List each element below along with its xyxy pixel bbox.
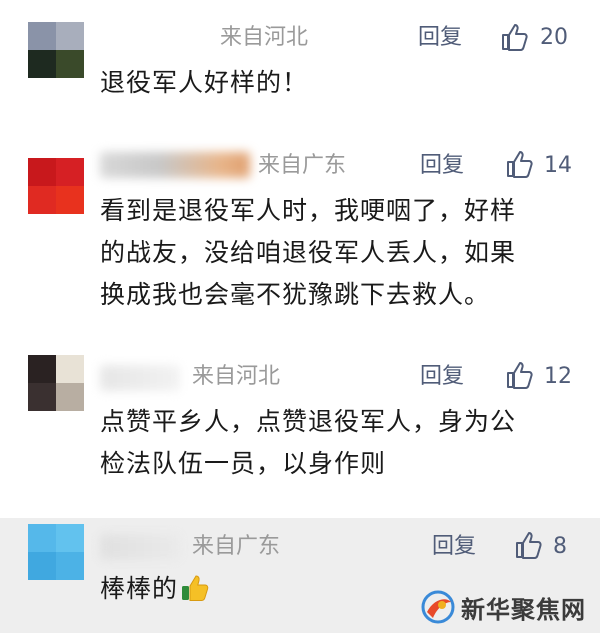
username-redacted	[100, 534, 180, 560]
reply-button[interactable]: 回复	[418, 24, 462, 52]
comment-item: 来自河北 回复 12 点赞平乡人，点赞退役军人，身为公 检法队伍一员，以身作则	[0, 335, 600, 520]
thumbs-up-emoji-icon	[182, 575, 209, 601]
reply-button[interactable]: 回复	[420, 152, 464, 180]
watermark: 新华聚焦网	[421, 589, 586, 625]
comment-text: 退役军人好样的！	[100, 68, 309, 97]
like-count: 12	[544, 364, 572, 389]
avatar[interactable]	[28, 158, 84, 214]
thumbs-up-icon[interactable]	[505, 360, 535, 390]
avatar[interactable]	[28, 355, 84, 411]
comment-item: 来自广东 回复 14 看到是退役军人时，我哽咽了，好样 的战友，没给咱退役军人丢…	[0, 130, 600, 335]
thumbs-up-icon[interactable]	[505, 149, 535, 179]
comment-location: 来自广东	[258, 153, 347, 178]
like-count: 20	[540, 25, 568, 50]
reply-button[interactable]: 回复	[420, 363, 464, 391]
reply-button[interactable]: 回复	[432, 533, 476, 561]
comment-text: 点赞平乡人，点赞退役军人，身为公 检法队伍一员，以身作则	[100, 407, 517, 478]
username-redacted	[100, 152, 250, 178]
like-count: 14	[544, 153, 572, 178]
watermark-logo-icon	[421, 590, 455, 624]
comment-location: 来自广东	[192, 534, 281, 559]
avatar[interactable]	[28, 22, 84, 78]
watermark-text: 新华聚焦网	[461, 595, 586, 624]
like-count: 8	[553, 534, 567, 559]
thumbs-up-icon[interactable]	[514, 530, 544, 560]
comment-text: 看到是退役军人时，我哽咽了，好样 的战友，没给咱退役军人丢人，如果 换成我也会毫…	[100, 196, 517, 309]
comment-item: 来自河北 回复 20 退役军人好样的！	[0, 0, 600, 130]
thumbs-up-icon[interactable]	[500, 22, 530, 52]
comment-location: 来自河北	[220, 25, 309, 50]
username-redacted	[100, 365, 180, 391]
comment-location: 来自河北	[192, 364, 281, 389]
avatar[interactable]	[28, 524, 84, 580]
